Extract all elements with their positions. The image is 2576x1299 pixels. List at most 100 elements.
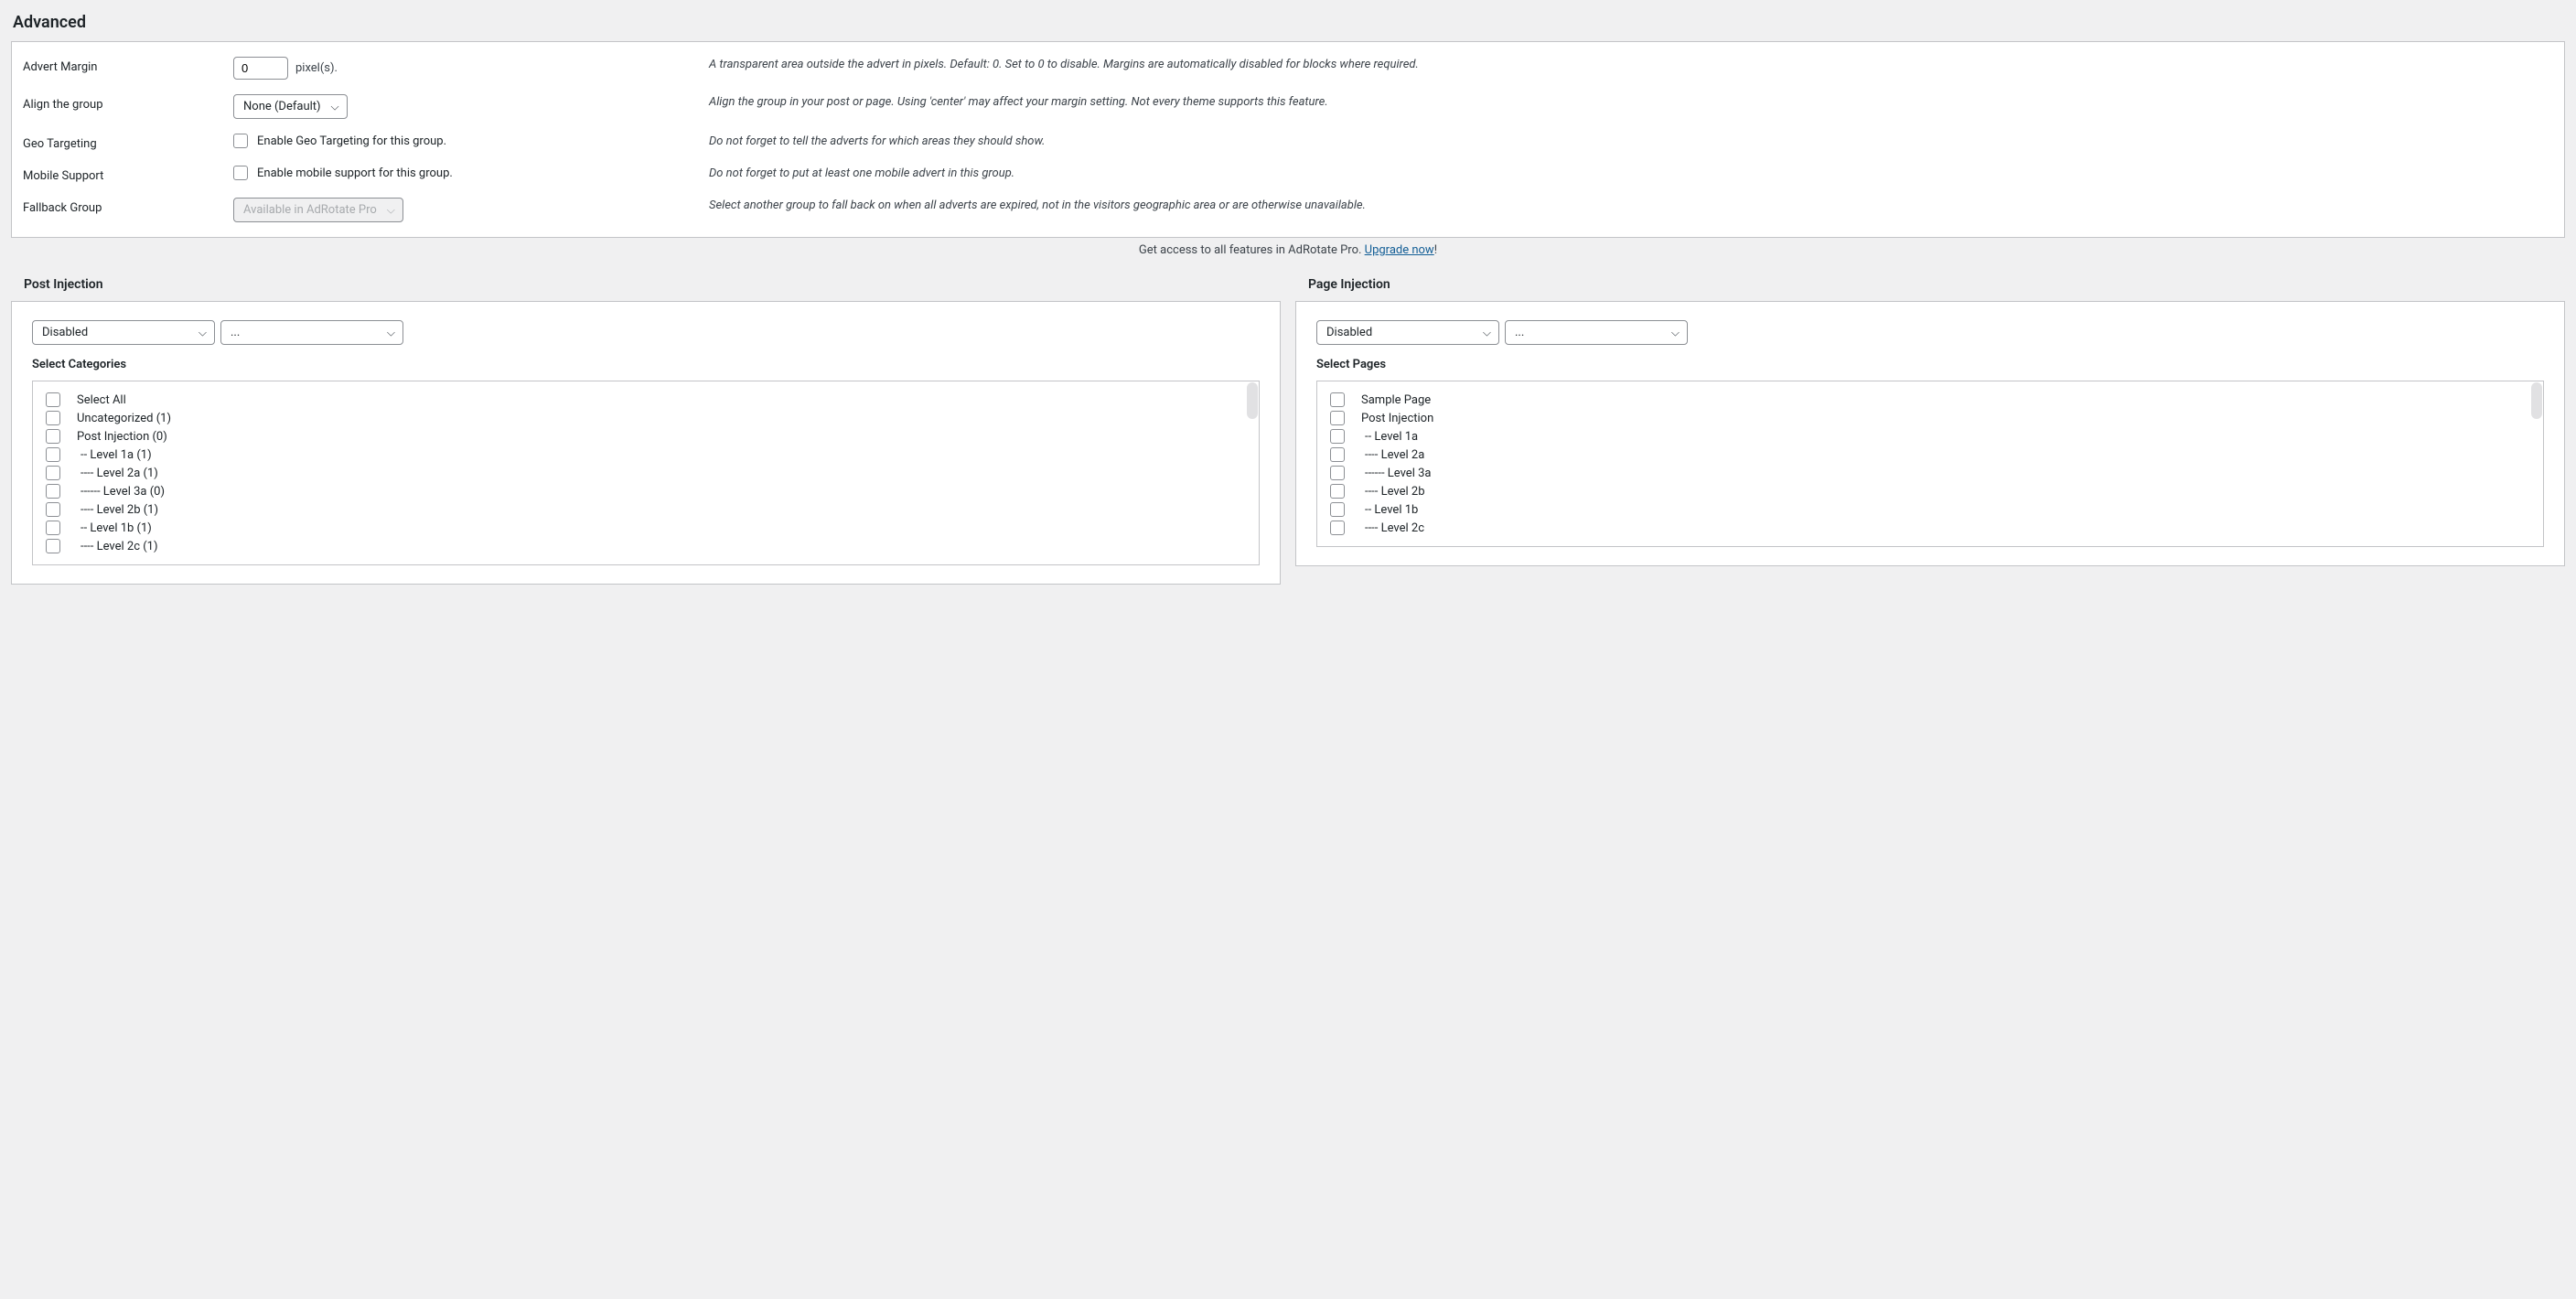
list-item-checkbox[interactable]	[1330, 429, 1345, 444]
post-categories-list[interactable]: Select All Uncategorized (1) Post Injectio…	[32, 381, 1260, 565]
post-injection-secondary-select[interactable]: ... ⌵	[220, 320, 403, 345]
fallback-select-value: Available in AdRotate Pro	[243, 203, 377, 217]
list-item[interactable]: Uncategorized (1)	[46, 409, 1246, 427]
list-item[interactable]: ---- Level 2c	[1330, 519, 2530, 537]
list-item[interactable]: ---- Level 2b	[1330, 482, 2530, 500]
list-item-label: -- Level 1b (1)	[77, 521, 152, 535]
list-item-checkbox[interactable]	[46, 447, 60, 462]
row-mobile: Mobile Support Enable mobile support for…	[12, 158, 2564, 190]
post-injection-column: Post Injection Disabled ⌵ ... ⌵ Select C…	[11, 261, 1281, 585]
chevron-down-icon: ⌵	[1671, 326, 1680, 339]
upgrade-prefix: Get access to all features in AdRotate P…	[1139, 243, 1365, 257]
post-injection-heading: Post Injection	[24, 277, 1281, 292]
page-pages-list[interactable]: Sample Page Post Injection -- Level 1a ----…	[1316, 381, 2544, 547]
list-item[interactable]: Select All	[46, 391, 1246, 409]
geo-checkbox-line[interactable]: Enable Geo Targeting for this group.	[233, 134, 446, 148]
chevron-down-icon: ⌵	[330, 100, 338, 113]
list-item[interactable]: -- Level 1a (1)	[46, 446, 1246, 464]
upgrade-suffix: !	[1434, 243, 1437, 257]
post-injection-panel: Disabled ⌵ ... ⌵ Select Categories Selec…	[11, 301, 1281, 585]
page-injection-heading: Page Injection	[1308, 277, 2565, 292]
list-item-label: ------ Level 3a	[1361, 467, 1431, 480]
list-item-label: ---- Level 2a (1)	[77, 467, 158, 480]
scrollbar[interactable]	[1247, 382, 1258, 419]
list-item[interactable]: ---- Level 2c (1)	[46, 537, 1246, 555]
list-item-checkbox[interactable]	[1330, 392, 1345, 407]
mobile-checkbox-line[interactable]: Enable mobile support for this group.	[233, 166, 453, 180]
align-label: Align the group	[23, 94, 233, 112]
scrollbar[interactable]	[2531, 382, 2542, 419]
post-injection-mode-value: Disabled	[42, 326, 88, 339]
list-item[interactable]: ------ Level 3a	[1330, 464, 2530, 482]
list-item-checkbox[interactable]	[1330, 447, 1345, 462]
align-select-value: None (Default)	[243, 100, 321, 113]
advanced-panel: Advert Margin pixel(s). A transparent ar…	[11, 41, 2565, 238]
list-item-label: Post Injection	[1361, 412, 1433, 425]
list-item-label: -- Level 1a (1)	[77, 448, 152, 462]
list-item-checkbox[interactable]	[46, 466, 60, 480]
list-item-label: ---- Level 2b	[1361, 485, 1425, 499]
geo-label: Geo Targeting	[23, 134, 233, 151]
list-item-checkbox[interactable]	[46, 411, 60, 425]
mobile-checkbox[interactable]	[233, 166, 248, 180]
geo-help: Do not forget to tell the adverts for wh…	[709, 134, 2553, 150]
advert-margin-suffix: pixel(s).	[295, 61, 338, 75]
row-advert-margin: Advert Margin pixel(s). A transparent ar…	[12, 49, 2564, 87]
page-injection-list-heading: Select Pages	[1316, 358, 2544, 371]
list-item-label: Select All	[77, 393, 126, 407]
list-item-label: ---- Level 2c	[1361, 521, 1424, 535]
list-item-checkbox[interactable]	[46, 484, 60, 499]
fallback-help: Select another group to fall back on whe…	[709, 198, 2553, 214]
list-item[interactable]: Post Injection	[1330, 409, 2530, 427]
list-item-label: Post Injection (0)	[77, 430, 167, 444]
list-item[interactable]: ---- Level 2a	[1330, 446, 2530, 464]
list-item[interactable]: Sample Page	[1330, 391, 2530, 409]
advanced-heading: Advanced	[13, 13, 2565, 32]
chevron-down-icon: ⌵	[199, 326, 207, 339]
list-item-checkbox[interactable]	[46, 539, 60, 553]
align-select[interactable]: None (Default) ⌵	[233, 94, 348, 119]
list-item-checkbox[interactable]	[46, 521, 60, 535]
list-item-label: Sample Page	[1361, 393, 1431, 407]
list-item[interactable]: -- Level 1a	[1330, 427, 2530, 446]
list-item[interactable]: ---- Level 2b (1)	[46, 500, 1246, 519]
list-item-label: ---- Level 2c (1)	[77, 540, 158, 553]
mobile-label: Mobile Support	[23, 166, 233, 183]
list-item-checkbox[interactable]	[46, 392, 60, 407]
list-item[interactable]: Post Injection (0)	[46, 427, 1246, 446]
list-item-checkbox[interactable]	[1330, 521, 1345, 535]
page-injection-secondary-value: ...	[1515, 326, 1524, 339]
list-item[interactable]: -- Level 1b (1)	[46, 519, 1246, 537]
mobile-help: Do not forget to put at least one mobile…	[709, 166, 2553, 182]
list-item-label: -- Level 1b	[1361, 503, 1418, 517]
list-item-checkbox[interactable]	[1330, 411, 1345, 425]
post-injection-list-heading: Select Categories	[32, 358, 1260, 371]
chevron-down-icon: ⌵	[1483, 326, 1491, 339]
list-item-checkbox[interactable]	[1330, 502, 1345, 517]
page-injection-secondary-select[interactable]: ... ⌵	[1505, 320, 1688, 345]
list-item-checkbox[interactable]	[1330, 466, 1345, 480]
list-item-checkbox[interactable]	[1330, 484, 1345, 499]
list-item-checkbox[interactable]	[46, 429, 60, 444]
list-item-label: ---- Level 2a	[1361, 448, 1424, 462]
post-injection-mode-select[interactable]: Disabled ⌵	[32, 320, 215, 345]
advert-margin-label: Advert Margin	[23, 57, 233, 74]
advert-margin-input[interactable]	[233, 57, 288, 80]
align-help: Align the group in your post or page. Us…	[709, 94, 2553, 111]
list-item[interactable]: ---- Level 2a (1)	[46, 464, 1246, 482]
list-item[interactable]: -- Level 1b	[1330, 500, 2530, 519]
list-item[interactable]: ------ Level 3a (0)	[46, 482, 1246, 500]
fallback-select: Available in AdRotate Pro ⌵	[233, 198, 403, 222]
page-injection-mode-select[interactable]: Disabled ⌵	[1316, 320, 1499, 345]
page-injection-mode-value: Disabled	[1326, 326, 1372, 339]
row-geo: Geo Targeting Enable Geo Targeting for t…	[12, 126, 2564, 158]
post-injection-secondary-value: ...	[231, 326, 240, 339]
list-item-label: -- Level 1a	[1361, 430, 1418, 444]
list-item-label: ---- Level 2b (1)	[77, 503, 158, 517]
list-item-label: ------ Level 3a (0)	[77, 485, 165, 499]
upgrade-line: Get access to all features in AdRotate P…	[11, 243, 2565, 257]
geo-checkbox[interactable]	[233, 134, 248, 148]
fallback-label: Fallback Group	[23, 198, 233, 215]
upgrade-link[interactable]: Upgrade now	[1365, 243, 1434, 257]
list-item-checkbox[interactable]	[46, 502, 60, 517]
